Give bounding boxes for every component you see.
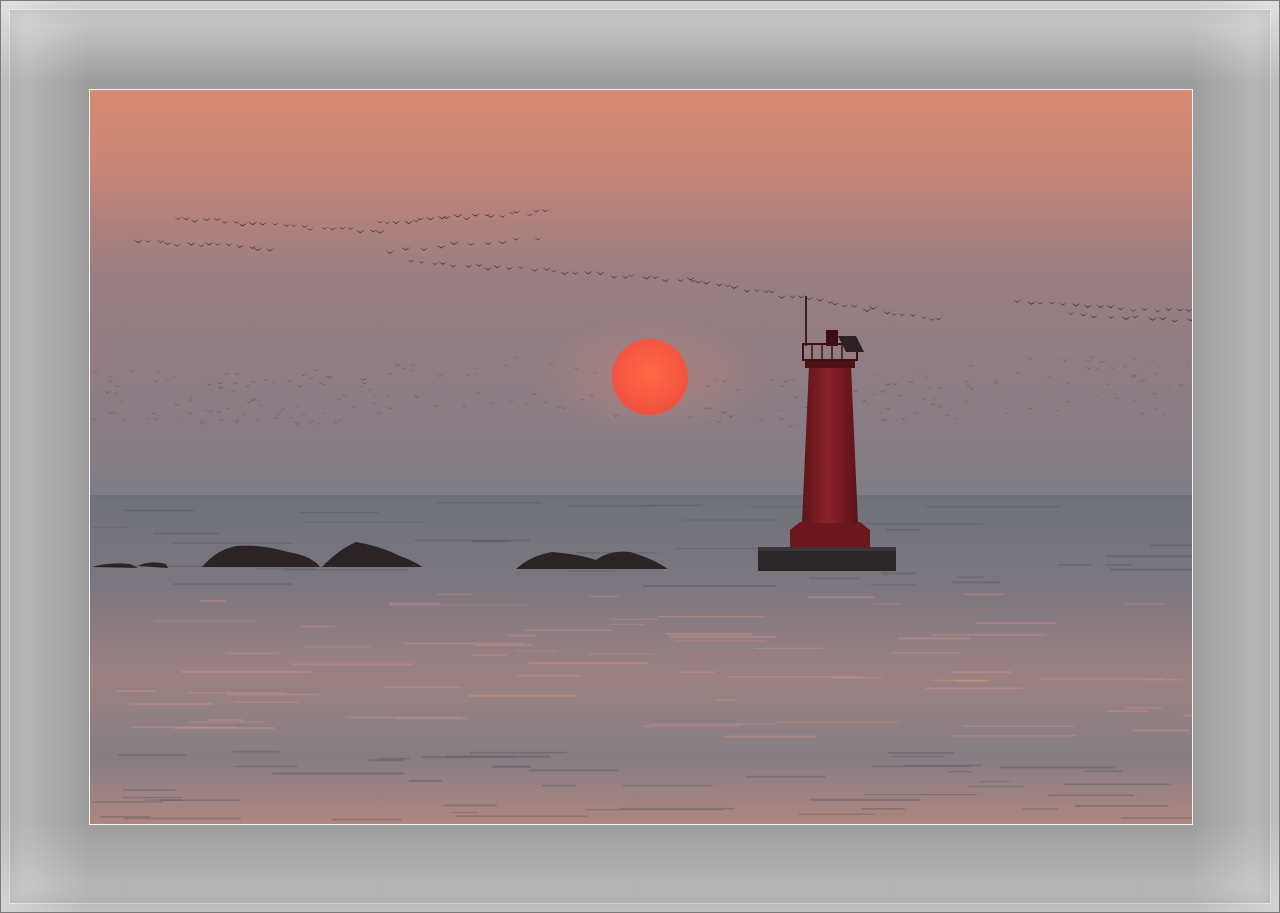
sunset-scene	[90, 90, 1192, 824]
sea	[90, 496, 1192, 824]
lighthouse-tower	[802, 366, 858, 523]
photo	[89, 89, 1193, 825]
picture-frame	[0, 0, 1280, 913]
sun	[612, 339, 688, 415]
